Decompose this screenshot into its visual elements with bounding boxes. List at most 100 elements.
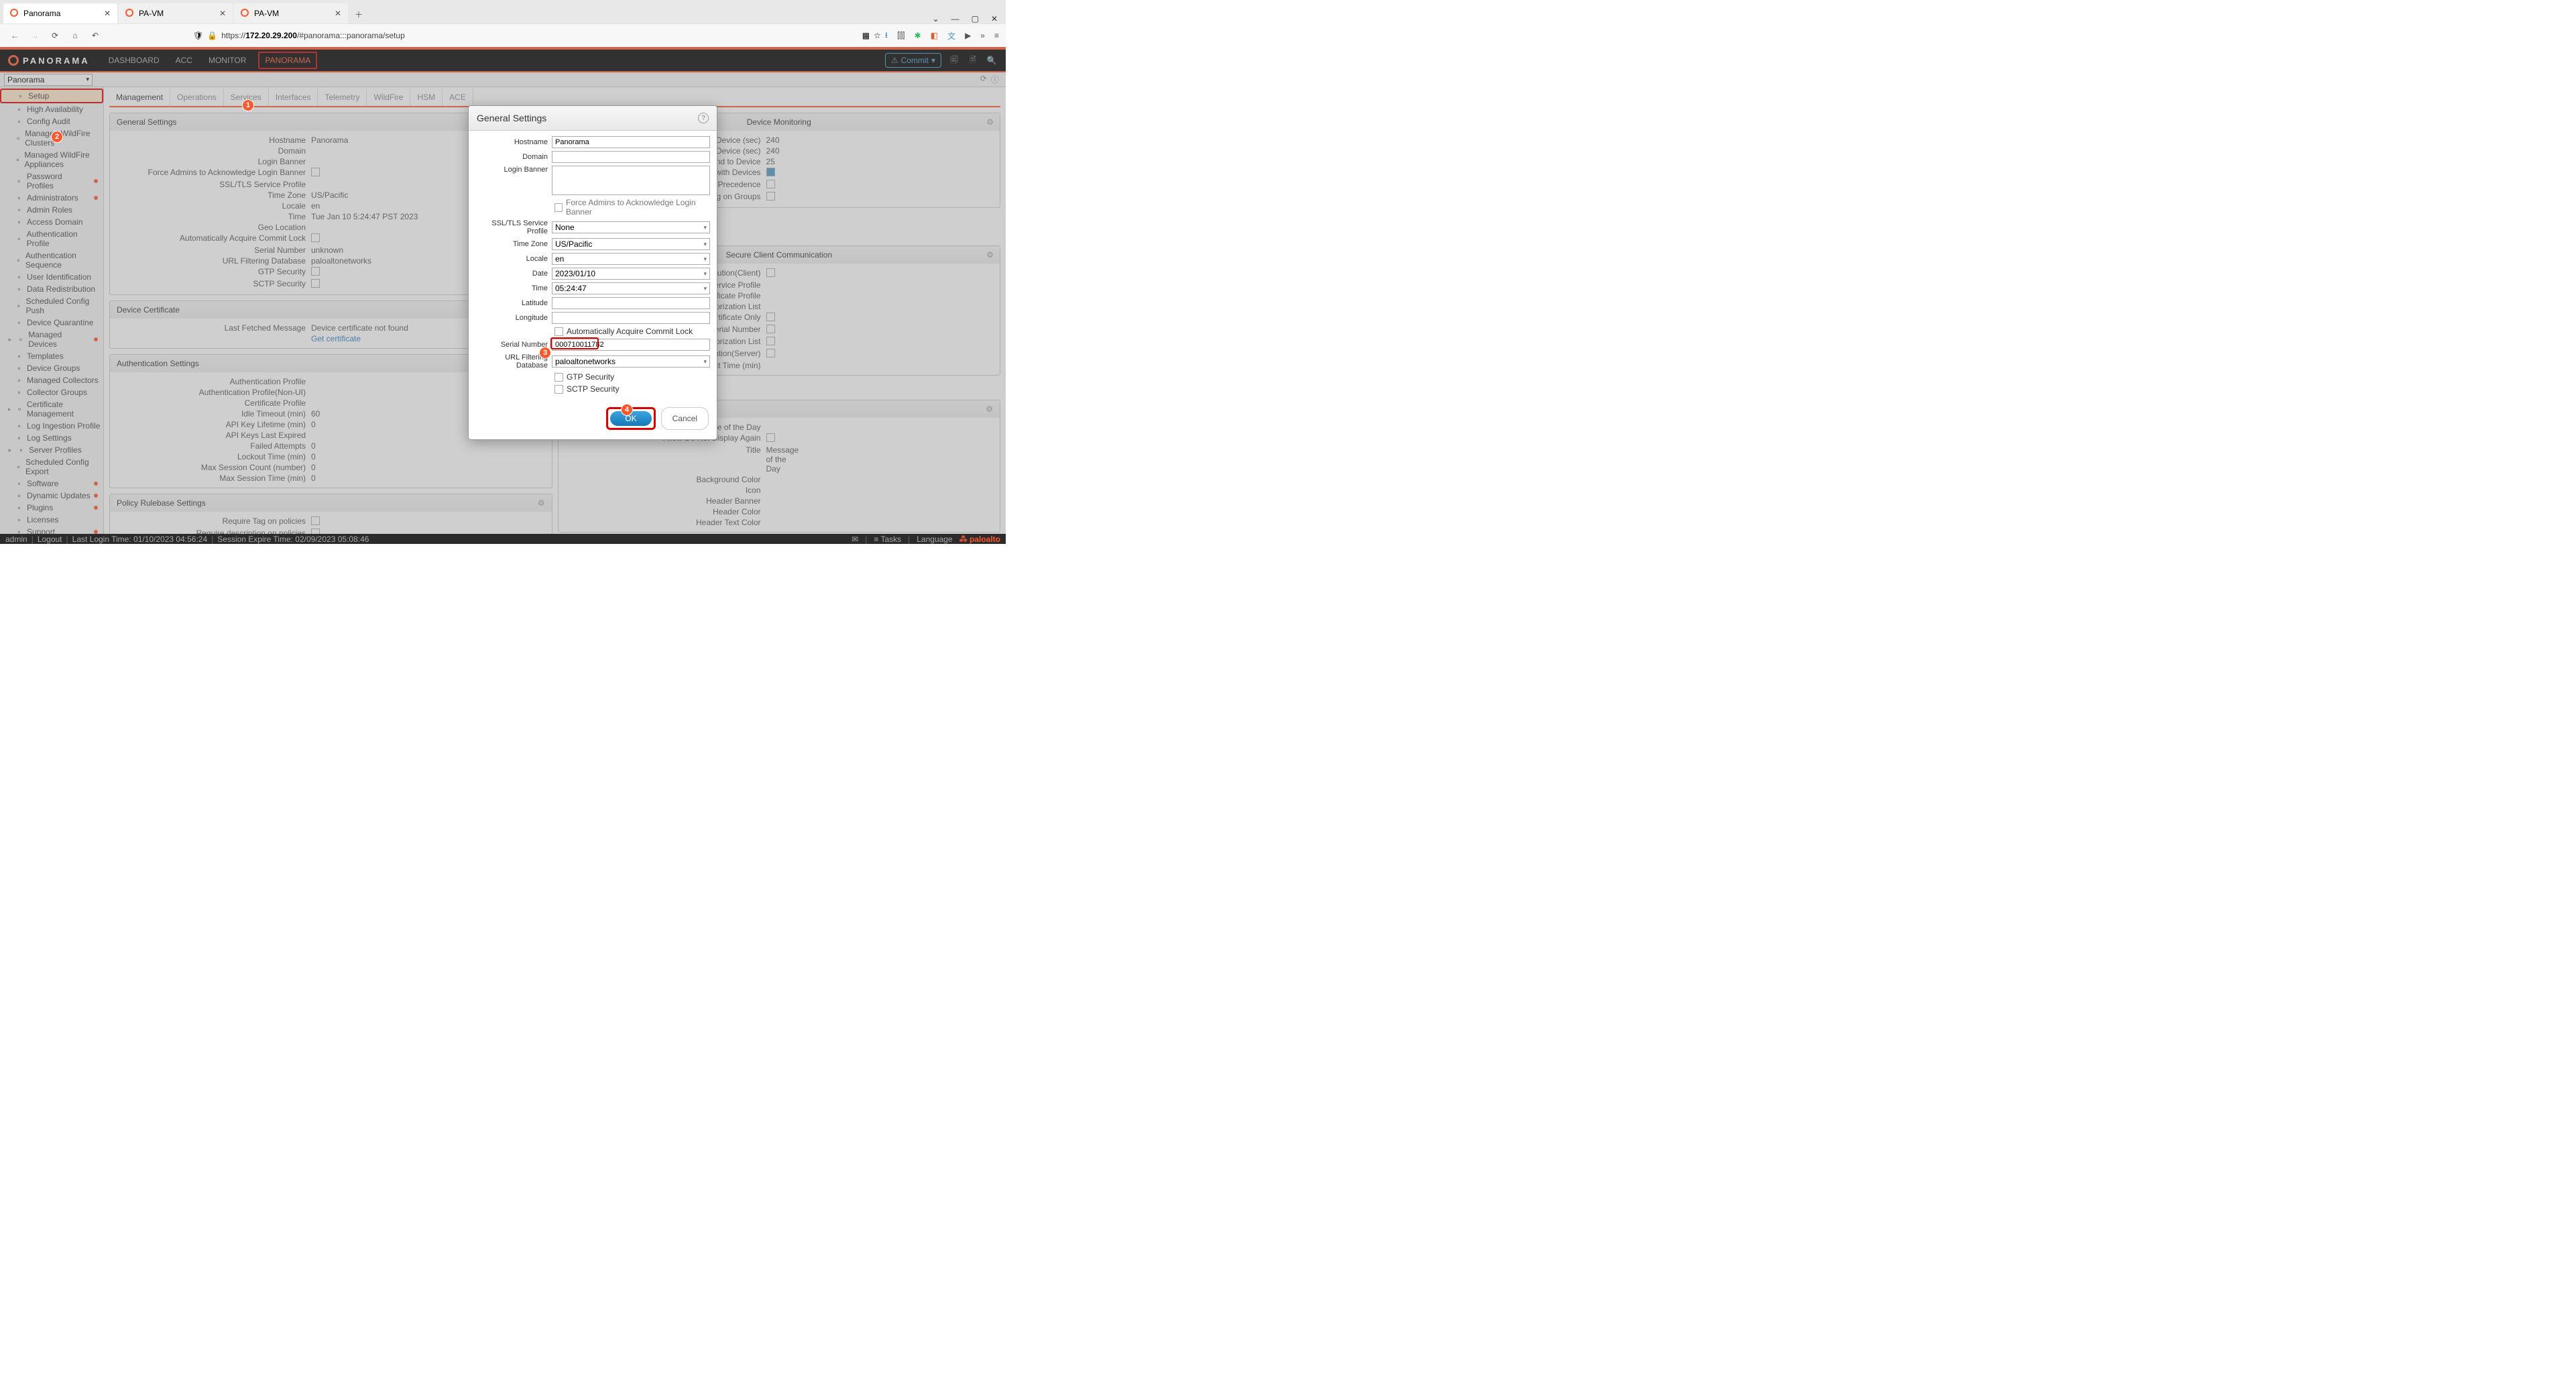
help-icon[interactable]: ⓘ [991,74,999,85]
chevron-down-icon[interactable]: ⌄ [933,14,939,23]
sidebar-item[interactable]: ▫Authentication Sequence [0,249,103,271]
sub-tab-telemetry[interactable]: Telemetry [318,89,367,106]
mail-icon[interactable]: ✉ [852,535,858,544]
browser-tab[interactable]: PA-VM✕ [119,3,233,23]
sidebar-item[interactable]: ▫Log Ingestion Profile [0,420,103,432]
sidebar-item[interactable]: ▫Collector Groups [0,386,103,398]
browser-tab[interactable]: PA-VM✕ [234,3,348,23]
sub-tab-hsm[interactable]: HSM [410,89,443,106]
domain-input[interactable] [552,151,710,163]
window-close-button[interactable]: ✕ [991,14,998,23]
browser-tab[interactable]: Panorama✕ [3,3,117,23]
link[interactable]: Get certificate [311,334,361,343]
tasks-link[interactable]: ≡ Tasks [874,535,901,544]
gear-icon[interactable]: ⚙ [986,250,994,260]
sidebar-item[interactable]: ▫Setup [0,89,103,103]
sidebar-item[interactable]: ▫Plugins [0,502,103,514]
nav-home-button[interactable]: ⌂ [67,27,83,44]
sidebar-item[interactable]: ▫Device Groups [0,362,103,374]
address-bar[interactable]: 🛡 🔒 https://172.20.29.200/#panorama:::pa… [107,27,858,44]
main-tab-dashboard[interactable]: DASHBOARD [105,52,164,69]
sidebar-item[interactable]: ▫User Identification [0,271,103,283]
sidebar-item[interactable]: ▫Templates [0,350,103,362]
sub-tab-operations[interactable]: Operations [170,89,224,106]
tab-close-button[interactable]: ✕ [335,9,341,18]
force-ack-checkbox[interactable] [554,203,563,212]
sidebar-item[interactable]: ▫Managed Collectors [0,374,103,386]
sidebar-item[interactable]: ▫Administrators [0,192,103,204]
gear-icon[interactable]: ⚙ [538,498,545,508]
ssl-tls-select[interactable]: None▾ [552,221,710,233]
tab-close-button[interactable]: ✕ [219,9,226,18]
logout-link[interactable]: Logout [38,535,62,544]
sidebar-item[interactable]: ▫Dynamic Updates [0,490,103,502]
nav-undo-button[interactable]: ↶ [87,27,103,44]
qr-icon[interactable]: ▦ [862,31,870,40]
sidebar-item[interactable]: ▫Config Audit [0,115,103,127]
sctp-security-checkbox[interactable] [554,385,563,394]
sidebar-item[interactable]: ▫Log Settings [0,432,103,444]
sidebar-item[interactable]: ▫Support [0,526,103,534]
sidebar-item[interactable]: ▫Scheduled Config Export [0,456,103,478]
latitude-input[interactable] [552,297,710,309]
nav-forward-button[interactable]: → [27,27,43,44]
sidebar-item[interactable]: ▸▫Managed Devices [0,329,103,350]
nav-back-button[interactable]: ← [7,27,23,44]
window-minimize-button[interactable]: — [951,14,959,23]
longitude-input[interactable] [552,312,710,324]
evernote-icon[interactable]: ✱ [915,31,921,40]
sidebar-item[interactable]: ▫Scheduled Config Push [0,295,103,317]
play-icon[interactable]: ▶ [965,31,971,40]
cancel-button[interactable]: Cancel [661,407,709,430]
sidebar-item[interactable]: ▫High Availability [0,103,103,115]
sidebar-item[interactable]: ▫Admin Roles [0,204,103,216]
hostname-input[interactable] [552,136,710,148]
sidebar-item[interactable]: ▫Device Quarantine [0,317,103,329]
gtp-security-checkbox[interactable] [554,373,563,382]
main-tab-acc[interactable]: ACC [172,52,196,69]
gear-icon[interactable]: ⚙ [986,404,993,414]
nav-reload-button[interactable]: ⟳ [47,27,63,44]
search-icon[interactable]: 🔍 [986,54,998,66]
sidebar-item[interactable]: ▫Authentication Profile [0,228,103,249]
sub-tab-wildfire[interactable]: WildFire [367,89,410,106]
overflow-icon[interactable]: » [980,31,985,40]
gear-icon[interactable]: ⚙ [986,117,994,127]
main-tab-panorama[interactable]: PANORAMA [258,52,317,69]
time-select[interactable]: 05:24:47▾ [552,282,710,294]
auto-commit-lock-checkbox[interactable] [554,327,563,336]
url-filtering-select[interactable]: paloaltonetworks▾ [552,355,710,368]
sidebar-item[interactable]: ▫Access Domain [0,216,103,228]
sub-tab-ace[interactable]: ACE [443,89,473,106]
main-tab-monitor[interactable]: MONITOR [204,52,250,69]
library-icon[interactable]: ⫿⫿⫿ [897,31,905,41]
sub-tab-management[interactable]: Management [109,89,170,107]
login-banner-textarea[interactable] [552,166,710,195]
bookmark-icon[interactable]: ☆ [874,31,881,40]
commit-button[interactable]: ⚠ Commit ▾ [885,53,941,68]
date-select[interactable]: 2023/01/10▾ [552,268,710,280]
menu-icon[interactable]: ≡ [994,31,999,40]
timezone-select[interactable]: US/Pacific▾ [552,238,710,250]
sidebar-item[interactable]: ▸▫Server Profiles [0,444,103,456]
refresh-icon[interactable]: ⟳ [980,74,987,85]
extension-icon[interactable]: ◧ [931,31,938,40]
sidebar-item[interactable]: ▫Data Redistribution [0,283,103,295]
sidebar-item[interactable]: ▫Software [0,478,103,490]
language-link[interactable]: Language [917,535,952,544]
window-maximize-button[interactable]: ▢ [972,14,979,23]
clipboard-icon[interactable]: 🗐 [948,54,960,66]
tab-close-button[interactable]: ✕ [104,9,111,18]
sidebar-item[interactable]: ▸▫Certificate Management [0,398,103,420]
pdf-icon[interactable]: 🗎 [967,54,979,66]
scope-selector[interactable]: Panorama ▾ [4,74,93,86]
new-tab-button[interactable]: ＋ [349,5,368,23]
sidebar-item[interactable]: ▫Password Profiles [0,170,103,192]
serial-number-input[interactable] [552,339,710,351]
sub-tab-interfaces[interactable]: Interfaces [269,89,318,106]
translate-icon[interactable]: 文 [947,30,955,42]
sidebar-item[interactable]: ▫Licenses [0,514,103,526]
locale-select[interactable]: en▾ [552,253,710,265]
download-icon[interactable]: ⭳ [885,29,888,43]
sidebar-item[interactable]: ▫Managed WildFire Appliances [0,149,103,170]
